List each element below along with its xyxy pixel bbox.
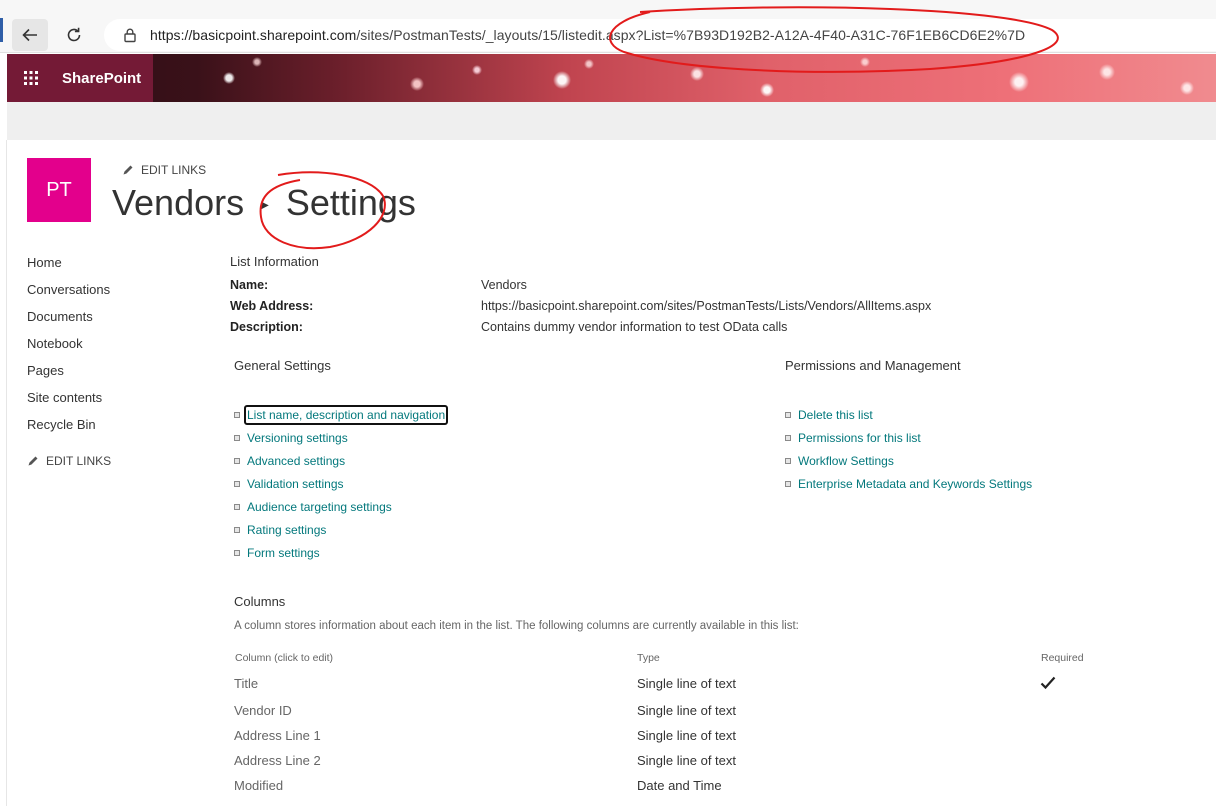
- web-address-label: Web Address:: [230, 299, 314, 313]
- page-title: Vendors ▶ Settings: [112, 182, 416, 224]
- back-arrow-icon: [22, 28, 37, 42]
- bullet-icon: [234, 411, 240, 418]
- pencil-icon: [123, 165, 133, 175]
- app-launcher-button[interactable]: [7, 54, 55, 102]
- breadcrumb-separator-icon: ▶: [261, 199, 269, 211]
- link-workflow-settings[interactable]: Workflow Settings: [785, 449, 1032, 472]
- ribbon-strip: [7, 102, 1216, 140]
- columns-description: A column stores information about each i…: [234, 620, 799, 632]
- bullet-icon: [234, 526, 240, 533]
- bullet-icon: [785, 480, 791, 487]
- breadcrumb-current-page: Settings: [285, 182, 416, 223]
- sharepoint-brand-link[interactable]: SharePoint: [55, 54, 153, 102]
- column-header-name: Column (click to edit): [235, 652, 334, 664]
- link-label: Permissions for this list: [798, 430, 921, 445]
- link-advanced-settings[interactable]: Advanced settings: [234, 449, 448, 472]
- bullet-icon: [234, 434, 240, 441]
- nav-item-recycle-bin[interactable]: Recycle Bin: [27, 415, 111, 442]
- page-left-border: [6, 140, 7, 806]
- column-name-link[interactable]: Modified: [234, 778, 283, 793]
- link-label: Advanced settings: [247, 453, 346, 468]
- bullet-icon: [234, 480, 240, 487]
- column-header-required: Required: [1041, 652, 1084, 664]
- required-check-icon: [1040, 676, 1056, 693]
- link-delete-this-list[interactable]: Delete this list: [785, 403, 1032, 426]
- column-name-link[interactable]: Title: [234, 676, 258, 691]
- permissions-management-links: Delete this list Permissions for this li…: [785, 403, 1032, 495]
- name-value: Vendors: [481, 278, 527, 292]
- link-label: Enterprise Metadata and Keywords Setting…: [798, 476, 1033, 491]
- column-header-type: Type: [637, 652, 660, 664]
- refresh-icon: [67, 27, 81, 42]
- quick-launch-nav: Home Conversations Documents Notebook Pa…: [27, 253, 111, 468]
- description-value: Contains dummy vendor information to tes…: [481, 320, 788, 334]
- link-validation-settings[interactable]: Validation settings: [234, 472, 448, 495]
- edit-links-top[interactable]: EDIT LINKS: [122, 163, 206, 177]
- link-permissions-for-this-list[interactable]: Permissions for this list: [785, 426, 1032, 449]
- column-type: Single line of text: [637, 676, 737, 691]
- bullet-icon: [785, 411, 791, 418]
- column-type: Single line of text: [637, 728, 737, 743]
- bullet-icon: [234, 503, 240, 510]
- edit-links-nav[interactable]: EDIT LINKS: [27, 454, 111, 468]
- nav-item-home[interactable]: Home: [27, 253, 111, 280]
- link-versioning-settings[interactable]: Versioning settings: [234, 426, 448, 449]
- general-settings-heading: General Settings: [234, 358, 331, 373]
- url-text: https://basicpoint.sharepoint.com/sites/…: [150, 27, 1025, 43]
- columns-heading: Columns: [234, 594, 286, 609]
- suite-bar: SharePoint: [7, 54, 1216, 102]
- browser-toolbar: https://basicpoint.sharepoint.com/sites/…: [0, 0, 1216, 53]
- link-list-name-description-navigation[interactable]: List name, description and navigation: [234, 403, 449, 426]
- link-audience-targeting-settings[interactable]: Audience targeting settings: [234, 495, 448, 518]
- window-edge-accent: [0, 18, 3, 42]
- url-path: /sites/PostmanTests/_layouts/15/listedit…: [356, 27, 1026, 43]
- breadcrumb-list-link[interactable]: Vendors: [112, 182, 244, 224]
- link-label: List name, description and navigation: [244, 404, 449, 425]
- permissions-management-heading: Permissions and Management: [785, 358, 961, 373]
- column-type: Date and Time: [637, 778, 722, 793]
- link-label: Versioning settings: [247, 430, 348, 445]
- back-button[interactable]: [12, 19, 48, 51]
- list-information-heading: List Information: [230, 254, 319, 269]
- link-label: Form settings: [247, 545, 320, 560]
- refresh-button[interactable]: [56, 19, 92, 51]
- url-host: https://basicpoint.sharepoint.com: [150, 27, 357, 43]
- nav-item-site-contents[interactable]: Site contents: [27, 388, 111, 415]
- general-settings-links: List name, description and navigation Ve…: [234, 403, 449, 564]
- name-label: Name:: [230, 278, 269, 292]
- edit-links-label: EDIT LINKS: [141, 163, 207, 177]
- column-name-link[interactable]: Address Line 1: [234, 728, 321, 743]
- nav-item-notebook[interactable]: Notebook: [27, 334, 111, 361]
- column-name-link[interactable]: Vendor ID: [234, 703, 292, 718]
- description-label: Description:: [230, 320, 303, 334]
- site-logo-text: PT: [46, 178, 72, 201]
- bullet-icon: [234, 457, 240, 464]
- brand-label: SharePoint: [62, 69, 142, 87]
- web-address-value: https://basicpoint.sharepoint.com/sites/…: [481, 299, 932, 313]
- bullet-icon: [785, 457, 791, 464]
- waffle-icon: [24, 71, 38, 85]
- address-bar[interactable]: https://basicpoint.sharepoint.com/sites/…: [104, 19, 1216, 51]
- pencil-icon: [28, 456, 38, 466]
- link-label: Workflow Settings: [798, 453, 894, 468]
- edit-links-nav-label: EDIT LINKS: [46, 454, 112, 468]
- column-name-link[interactable]: Address Line 2: [234, 753, 321, 768]
- link-label: Validation settings: [247, 476, 344, 491]
- link-label: Audience targeting settings: [247, 499, 392, 514]
- link-label: Delete this list: [798, 407, 873, 422]
- link-label: Rating settings: [247, 522, 327, 537]
- bullet-icon: [234, 549, 240, 556]
- nav-item-pages[interactable]: Pages: [27, 361, 111, 388]
- link-rating-settings[interactable]: Rating settings: [234, 518, 448, 541]
- nav-item-conversations[interactable]: Conversations: [27, 280, 111, 307]
- column-type: Single line of text: [637, 703, 737, 718]
- column-type: Single line of text: [637, 753, 737, 768]
- link-form-settings[interactable]: Form settings: [234, 541, 448, 564]
- nav-item-documents[interactable]: Documents: [27, 307, 111, 334]
- bullet-icon: [785, 434, 791, 441]
- site-logo[interactable]: PT: [27, 158, 91, 222]
- lock-icon: [124, 28, 136, 43]
- link-enterprise-metadata-keywords[interactable]: Enterprise Metadata and Keywords Setting…: [785, 472, 1032, 495]
